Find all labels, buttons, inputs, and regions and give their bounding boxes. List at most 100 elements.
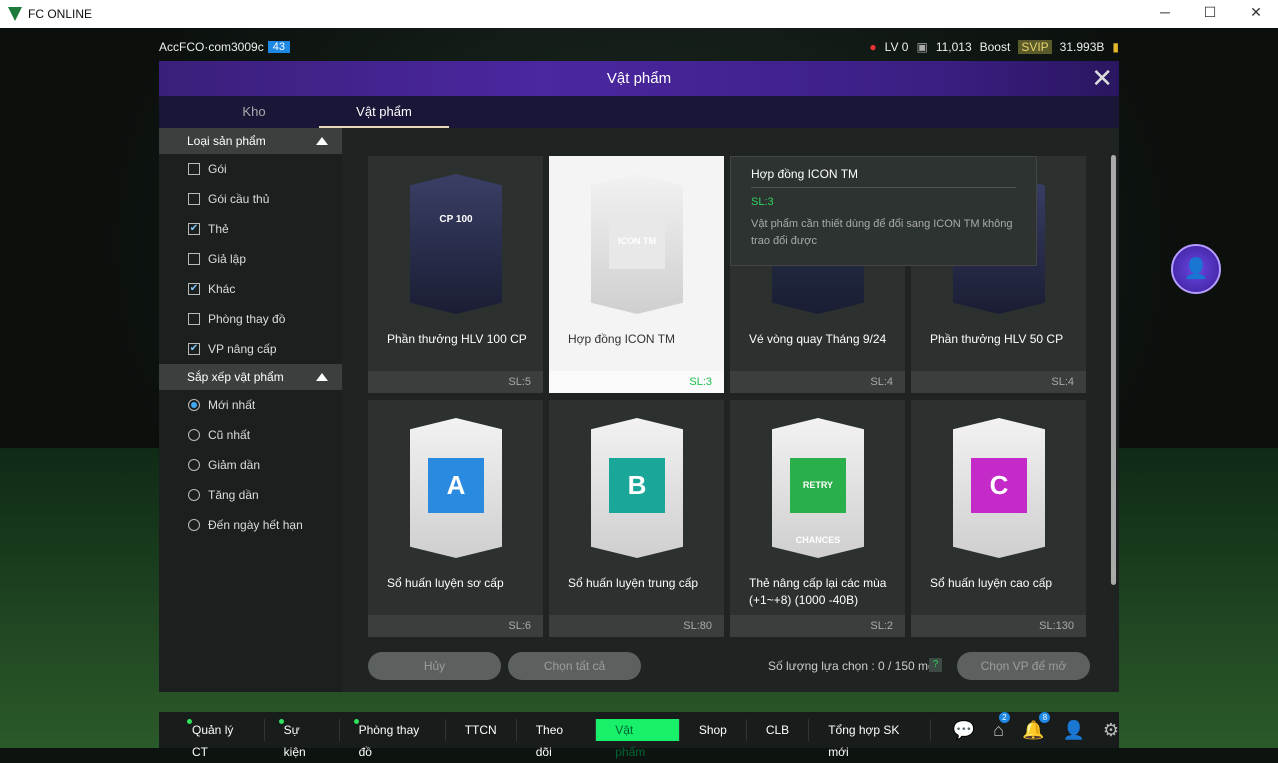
item-card[interactable]: C Sổ huấn luyện cao cấp SL:130 (911, 400, 1086, 637)
minimize-button[interactable]: ─ (1155, 4, 1175, 20)
open-items-button[interactable]: Chọn VP để mở (957, 652, 1090, 680)
radio-button[interactable] (188, 429, 200, 441)
item-name: Thẻ nâng cấp lại các mùa (+1~+8) (1000 -… (749, 576, 887, 607)
item-name: Sổ huấn luyện sơ cấp (387, 576, 504, 590)
sort-label: Tăng dần (208, 488, 259, 502)
nav-item[interactable]: Vật phẩm (596, 719, 680, 759)
radio-button[interactable] (188, 489, 200, 501)
nav-label: TTCN (464, 723, 497, 737)
modal-title: Vật phẩm (606, 70, 672, 87)
nav-item[interactable]: CLB (747, 719, 810, 741)
tab-vat-pham[interactable]: Vật phẩm (319, 96, 449, 128)
radio-button[interactable] (188, 399, 200, 411)
filter-option[interactable]: Gói (159, 154, 342, 184)
sort-option[interactable]: Cũ nhất (159, 420, 342, 450)
radio-button[interactable] (188, 519, 200, 531)
chat-icon[interactable]: 💬 (953, 720, 975, 741)
bell-badge: 8 (1039, 711, 1051, 723)
gear-icon[interactable]: ⚙ (1103, 720, 1119, 741)
app-logo-icon (8, 7, 22, 21)
sort-option[interactable]: Mới nhất (159, 390, 342, 420)
level-badge: 43 (267, 41, 290, 53)
modal-tabs: Kho Vật phẩm (159, 96, 1119, 128)
sort-label: Cũ nhất (208, 428, 251, 442)
checkbox[interactable] (188, 253, 200, 265)
nav-item[interactable]: Quản lý CT (173, 719, 265, 759)
filter-title: Loại sản phẩm (187, 134, 266, 148)
item-card[interactable]: A Sổ huấn luyện sơ cấp SL:6 (368, 400, 543, 637)
bell-icon[interactable]: 🔔 8 (1022, 711, 1051, 741)
item-card[interactable]: B Sổ huấn luyện trung cấp SL:80 (549, 400, 724, 637)
filter-label: Thẻ (208, 222, 229, 236)
item-qty: SL:5 (368, 371, 543, 393)
nav-item[interactable]: Shop (680, 719, 747, 741)
item-image: B (591, 418, 683, 558)
filter-option[interactable]: ✔ Khác (159, 274, 342, 304)
nav-label: Quản lý CT (192, 723, 234, 759)
collapse-icon (316, 373, 328, 381)
profile-icon[interactable]: 👤 (1062, 720, 1084, 741)
sort-label: Mới nhất (208, 398, 256, 412)
item-name: Vé vòng quay Tháng 9/24 (749, 332, 887, 346)
close-window-button[interactable]: ✕ (1246, 4, 1266, 21)
item-qty: SL:4 (911, 371, 1086, 393)
filter-label: Khác (208, 282, 236, 296)
filter-option[interactable]: ✔ VP nâng cấp (159, 334, 342, 364)
cancel-button[interactable]: Hủy (368, 652, 501, 680)
gift-badge: 2 (999, 711, 1011, 723)
nav-item[interactable]: TTCN (446, 719, 517, 741)
nav-label: CLB (765, 723, 790, 737)
item-card[interactable]: RETRY CHANCES Thẻ nâng cấp lại các mùa (… (730, 400, 905, 637)
maximize-button[interactable]: ☐ (1200, 4, 1220, 21)
item-card[interactable]: CP 100 Phần thưởng HLV 100 CP SL:5 (368, 156, 543, 393)
filter-option[interactable]: Giả lập (159, 244, 342, 274)
nav-label: Shop (698, 723, 727, 737)
item-card[interactable]: ICON TM Hợp đồng ICON TM SL:3 (549, 156, 724, 393)
nav-label: Theo dõi (535, 723, 564, 759)
lv-value: LV 0 (884, 40, 909, 54)
nav-item[interactable]: Theo dõi (517, 719, 597, 759)
item-qty: SL:6 (368, 615, 543, 637)
checkbox[interactable]: ✔ (188, 343, 200, 355)
filter-option[interactable]: Phòng thay đồ (159, 304, 342, 334)
filter-label: Phòng thay đồ (208, 312, 286, 326)
sort-option[interactable]: Tăng dần (159, 480, 342, 510)
gift-icon[interactable]: ⌂ 2 (993, 711, 1011, 741)
filter-option[interactable]: ✔ Thẻ (159, 214, 342, 244)
bp-value: 31.993B (1059, 40, 1105, 54)
item-name: Phần thưởng HLV 50 CP (930, 332, 1064, 346)
filter-section-header[interactable]: Loại sản phẩm (159, 128, 342, 154)
checkbox[interactable] (188, 313, 200, 325)
help-icon[interactable]: ? (929, 658, 942, 672)
item-art: A (428, 458, 484, 513)
checkbox[interactable]: ✔ (188, 283, 200, 295)
nav-item[interactable]: Sự kiện (265, 719, 340, 759)
scrollbar[interactable] (1111, 155, 1116, 585)
filter-option[interactable]: Gói cầu thủ (159, 184, 342, 214)
select-all-button[interactable]: Chọn tất cả (508, 652, 641, 680)
nav-label: Tổng hợp SK mới (828, 723, 900, 759)
tab-kho[interactable]: Kho (189, 96, 319, 128)
sort-option[interactable]: Đến ngày hết hạn (159, 510, 342, 540)
item-art: RETRY CHANCES (790, 458, 846, 545)
collapse-icon (316, 137, 328, 145)
radio-button[interactable] (188, 459, 200, 471)
window-title: FC ONLINE (28, 7, 93, 21)
coin-icon: ▣ (916, 40, 928, 54)
new-dot (278, 719, 284, 724)
item-tooltip: Hợp đồng ICON TM SL:3 Vật phẩm cần thiết… (730, 156, 1037, 266)
nav-item[interactable]: Phòng thay đồ (340, 719, 446, 759)
checkbox[interactable] (188, 163, 200, 175)
user-chat-icon: 👤 (1183, 258, 1209, 280)
item-qty: SL:3 (549, 371, 724, 393)
sort-option[interactable]: Giảm dần (159, 450, 342, 480)
checkbox[interactable] (188, 193, 200, 205)
nav-item[interactable]: Tổng hợp SK mới (809, 719, 931, 759)
item-qty: SL:130 (911, 615, 1086, 637)
lv-icon: ● (869, 40, 877, 54)
close-icon[interactable]: ✕ (1091, 61, 1113, 96)
filter-label: VP nâng cấp (208, 342, 277, 356)
chat-support-button[interactable]: 👤 (1171, 244, 1221, 294)
checkbox[interactable]: ✔ (188, 223, 200, 235)
sort-section-header[interactable]: Sắp xếp vật phẩm (159, 364, 342, 390)
